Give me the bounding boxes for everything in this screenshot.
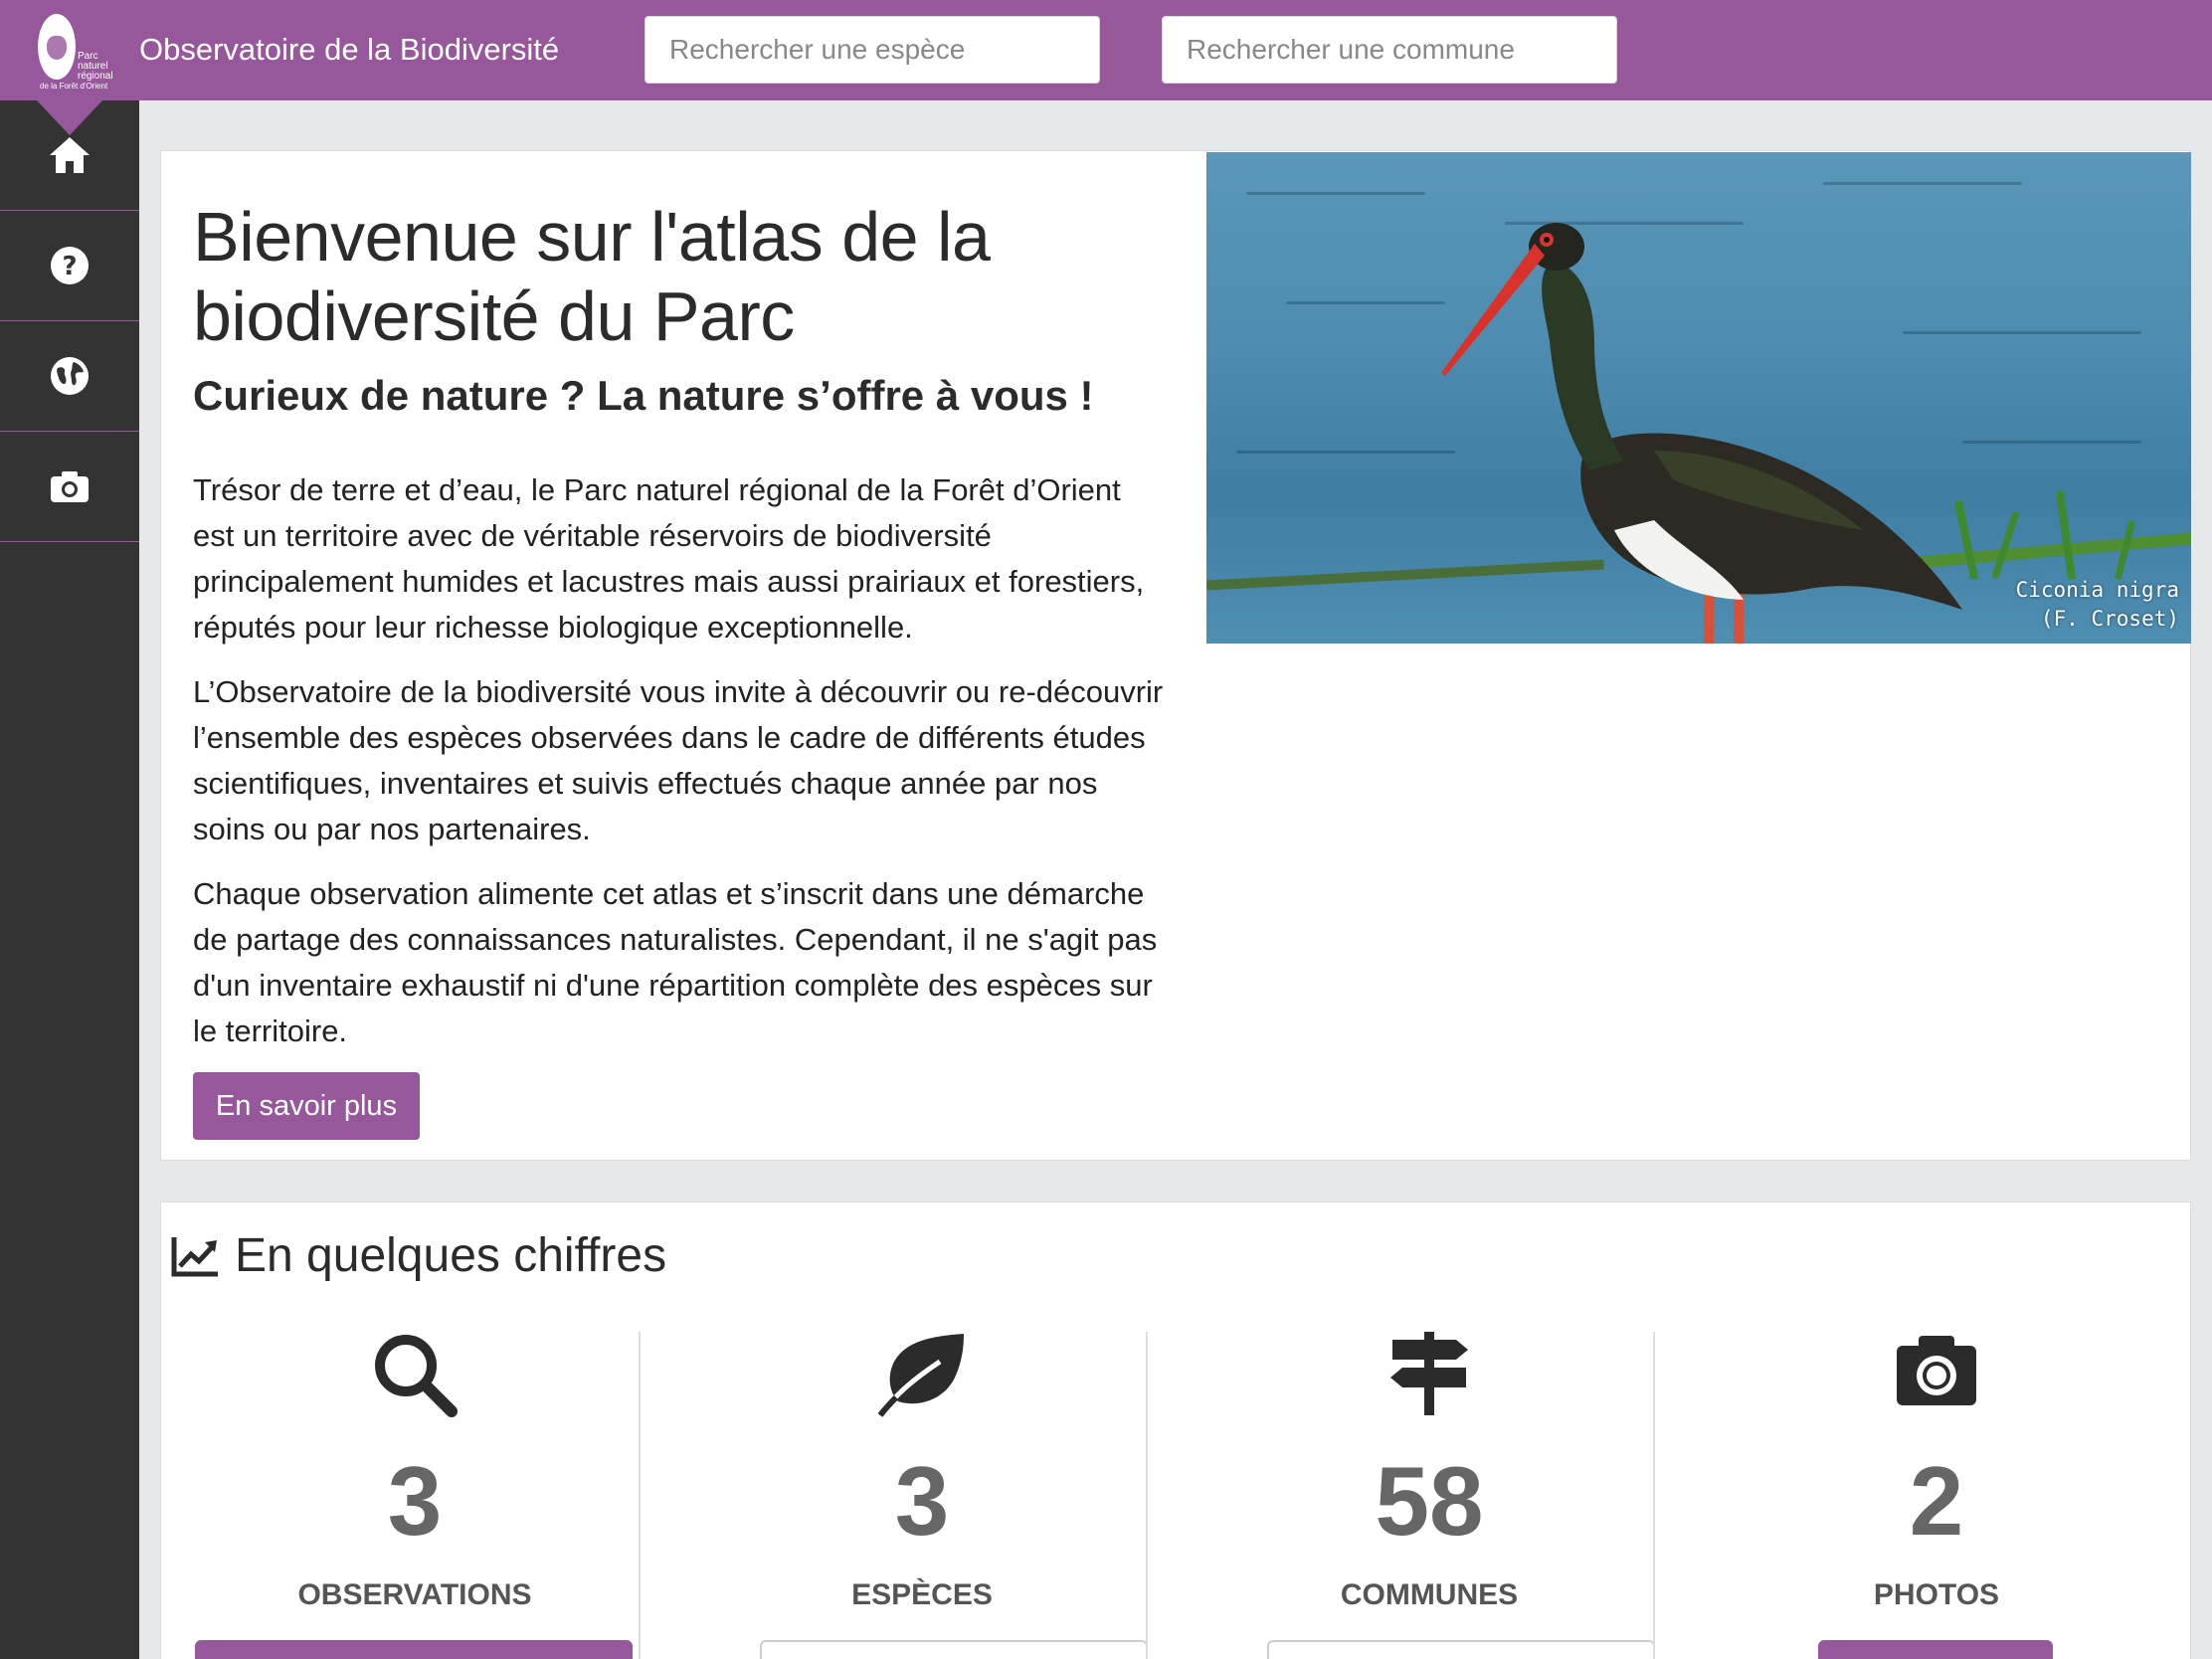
stat-value: 2	[1909, 1446, 1964, 1556]
signpost-icon	[1390, 1332, 1468, 1415]
search-commune-input[interactable]	[1162, 16, 1617, 84]
camera-icon	[1897, 1336, 1976, 1405]
search-species-input[interactable]	[645, 16, 1100, 84]
stat-species: 3 ESPÈCES	[668, 1332, 1176, 1659]
learn-more-button[interactable]: En savoir plus	[193, 1072, 420, 1140]
home-icon	[50, 137, 90, 173]
species-search-field[interactable]	[760, 1640, 1148, 1659]
site-title[interactable]: Observatoire de la Biodiversité	[139, 32, 559, 68]
logo-text: Parc naturel régional	[78, 51, 113, 82]
intro-card: Bienvenue sur l'atlas de la biodiversité…	[160, 150, 2191, 1161]
page-title: Bienvenue sur l'atlas de la biodiversité…	[193, 198, 991, 355]
park-logo[interactable]: Parc naturel régional de la Forêt d'Orie…	[0, 0, 139, 100]
view-photos-button[interactable]	[1818, 1640, 2053, 1659]
svg-text:?: ?	[62, 252, 77, 281]
top-navbar: Parc naturel régional de la Forêt d'Orie…	[0, 0, 2212, 100]
camera-icon	[51, 471, 89, 502]
stat-label: PHOTOS	[1873, 1578, 2000, 1611]
line-chart-icon	[171, 1236, 218, 1276]
stat-value: 58	[1375, 1446, 1484, 1556]
leaf-icon	[877, 1334, 964, 1417]
question-circle-icon: ?	[51, 247, 89, 284]
stats-title: En quelques chiffres	[235, 1229, 667, 1282]
stat-divider	[1653, 1332, 1655, 1659]
stat-label: COMMUNES	[1340, 1578, 1519, 1611]
stat-value: 3	[894, 1446, 950, 1556]
stat-communes: 58 COMMUNES	[1176, 1332, 1683, 1659]
sidebar-item-gallery[interactable]	[0, 432, 139, 542]
sidebar-item-help[interactable]: ?	[0, 211, 139, 321]
intro-paragraph: Chaque observation alimente cet atlas et…	[193, 876, 1158, 1048]
stats-card: En quelques chiffres 3 OBSERVATIONS 3 ES…	[160, 1201, 2191, 1659]
stat-label: OBSERVATIONS	[297, 1578, 532, 1611]
hero-photo: Ciconia nigra (F. Croset)	[1206, 152, 2191, 644]
commune-search-field[interactable]	[1267, 1640, 1655, 1659]
stat-divider	[1146, 1332, 1148, 1659]
sidebar-item-map[interactable]	[0, 321, 139, 432]
photo-caption-species: Ciconia nigra	[2015, 578, 2179, 602]
stat-observations: 3 OBSERVATIONS	[161, 1332, 668, 1659]
photo-caption-author: (F. Croset)	[2040, 607, 2179, 631]
sidebar: ?	[0, 100, 139, 1659]
page-subtitle: Curieux de nature ? La nature s’offre à …	[193, 372, 1094, 419]
intro-paragraph: Trésor de terre et d’eau, le Parc nature…	[193, 472, 1145, 645]
globe-icon	[51, 357, 89, 395]
stat-divider	[639, 1332, 641, 1659]
search-icon	[375, 1335, 458, 1417]
intro-paragraph: L’Observatoire de la biodiversité vous i…	[193, 674, 1164, 846]
stat-value: 3	[387, 1446, 443, 1556]
stat-label: ESPÈCES	[851, 1578, 993, 1611]
logo-pointer	[36, 99, 103, 135]
logo-subtext: de la Forêt d'Orient	[40, 82, 108, 91]
logo-emblem-icon	[38, 14, 76, 80]
stork-illustration	[1441, 223, 1962, 644]
view-observations-button[interactable]	[195, 1640, 633, 1659]
stat-photos: 2 PHOTOS	[1683, 1332, 2190, 1659]
photo-caption: Ciconia nigra (F. Croset)	[2016, 576, 2179, 634]
stats-heading: En quelques chiffres	[171, 1228, 666, 1283]
